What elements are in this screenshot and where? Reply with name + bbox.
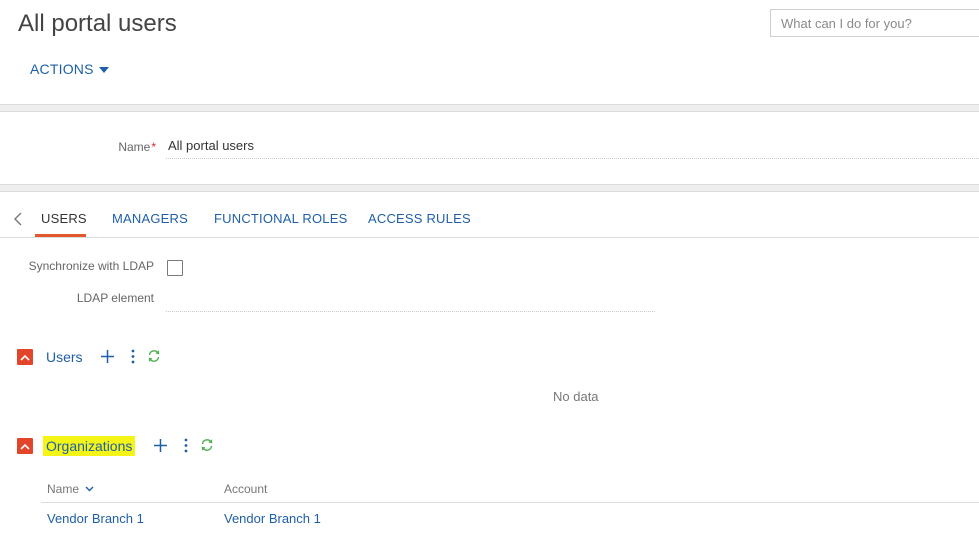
tabs-divider (0, 237, 979, 238)
vertical-dots-icon[interactable] (130, 349, 136, 364)
users-collapse-button[interactable] (17, 349, 33, 365)
tab-users[interactable]: USERS (41, 211, 87, 226)
tab-access-rules[interactable]: ACCESS RULES (368, 211, 471, 226)
name-field-label: Name* (118, 140, 156, 154)
table-row-name-cell[interactable]: Vendor Branch 1 (47, 511, 144, 526)
ldap-element-label: LDAP element (76, 291, 154, 305)
command-search-input[interactable] (770, 9, 979, 37)
users-detail-title[interactable]: Users (46, 349, 83, 365)
plus-icon[interactable] (153, 438, 168, 453)
tab-functional-roles[interactable]: FUNCTIONAL ROLES (214, 211, 347, 226)
ldap-element-field[interactable] (166, 311, 655, 312)
ldap-sync-checkbox[interactable] (167, 260, 183, 276)
page-title: All portal users (18, 10, 177, 37)
ldap-sync-label: Synchronize with LDAP (28, 259, 154, 273)
table-row-account-cell[interactable]: Vendor Branch 1 (224, 511, 321, 526)
section-separator (0, 184, 979, 192)
refresh-icon[interactable] (147, 349, 161, 363)
chevron-down-icon (85, 486, 94, 492)
column-header-account[interactable]: Account (224, 482, 267, 496)
chevron-up-icon (20, 443, 30, 450)
actions-button[interactable]: ACTIONS (30, 61, 109, 77)
vertical-dots-icon[interactable] (183, 438, 189, 453)
grid-header-divider (41, 502, 979, 503)
users-empty-text: No data (553, 389, 599, 404)
chevron-up-icon (20, 354, 30, 361)
caret-down-icon (98, 66, 109, 73)
section-separator (0, 104, 979, 112)
refresh-icon[interactable] (200, 438, 214, 452)
required-mark: * (151, 140, 156, 154)
organizations-collapse-button[interactable] (17, 438, 33, 454)
chevron-left-icon[interactable] (13, 212, 23, 226)
tab-managers[interactable]: MANAGERS (112, 211, 188, 226)
organizations-detail-title[interactable]: Organizations (43, 436, 136, 456)
column-header-name[interactable]: Name (47, 482, 94, 496)
name-field-value[interactable]: All portal users (168, 138, 254, 153)
name-field-underline (166, 158, 979, 159)
plus-icon[interactable] (100, 349, 115, 364)
actions-label: ACTIONS (30, 61, 94, 77)
